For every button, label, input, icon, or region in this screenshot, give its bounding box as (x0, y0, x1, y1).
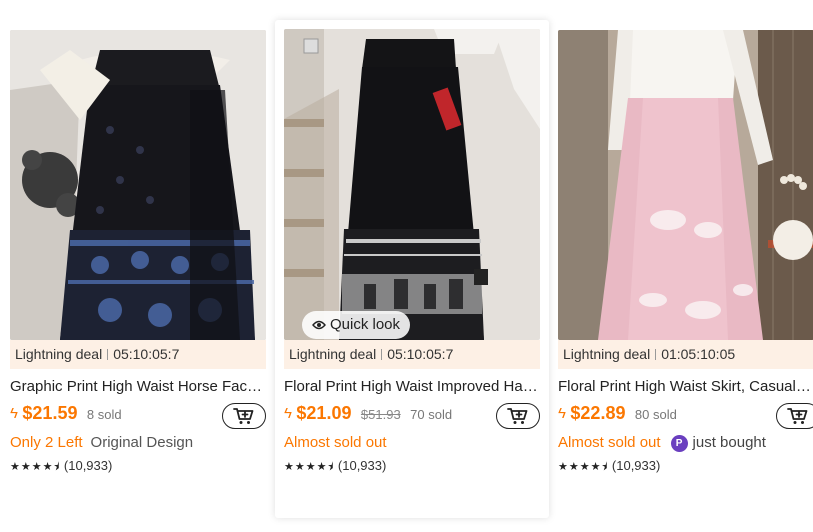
product-image[interactable] (10, 30, 266, 340)
sold-count: 8 sold (86, 407, 122, 422)
lightning-icon: ϟ (284, 405, 292, 422)
lightning-deal-banner: Lightning deal 01:05:10:05 (558, 340, 813, 369)
buyer-avatar-badge: P (670, 435, 688, 452)
quick-look-button[interactable]: Quick look (302, 311, 411, 339)
deal-label: Lightning deal (289, 346, 377, 362)
product-tags: Only 2 Left Original Design (10, 433, 193, 453)
product-image[interactable] (558, 30, 813, 340)
deal-label: Lightning deal (563, 346, 651, 362)
product-card[interactable]: Lightning deal 05:10:05:7 Graphic Print H… (0, 0, 274, 532)
original-price: $51.93 (360, 407, 401, 422)
stock-tag: Almost sold out (284, 434, 387, 451)
rating: ★★★★⯨ (10,933) (558, 458, 660, 477)
add-to-cart-button[interactable] (222, 403, 266, 429)
product-title[interactable]: Floral Print High Waist Improved Hanfu S… (284, 377, 540, 397)
lightning-icon: ϟ (558, 405, 566, 422)
price-row: ϟ $21.59 8 sold (10, 403, 266, 429)
product-title[interactable]: Graphic Print High Waist Horse Face Skir… (10, 377, 266, 397)
rating: ★★★★⯨ (10,933) (284, 458, 386, 477)
product-price: $21.59 (22, 403, 78, 423)
deal-countdown: 05:10:05:7 (113, 346, 180, 362)
star-rating: ★★★★⯨ (558, 461, 609, 473)
review-count: (10,933) (337, 458, 387, 473)
cart-plus-icon (233, 408, 254, 424)
add-to-cart-button[interactable] (496, 403, 540, 429)
lightning-icon: ϟ (10, 405, 18, 422)
product-card[interactable]: Quick look Lightning deal 05:10:05:7 Flor… (275, 20, 549, 518)
eye-icon (312, 320, 326, 330)
cart-plus-icon (507, 408, 528, 424)
sold-count: 70 sold (410, 407, 453, 422)
price-row: ϟ $21.09 $51.93 70 sold (284, 403, 540, 429)
divider (107, 349, 109, 360)
lightning-deal-banner: Lightning deal 05:10:05:7 (10, 340, 266, 369)
deal-label: Lightning deal (15, 346, 103, 362)
product-tags: Almost sold out Pjust bought (558, 433, 766, 453)
divider (381, 349, 383, 360)
star-rating: ★★★★⯨ (10, 461, 61, 473)
product-title[interactable]: Floral Print High Waist Skirt, Casual Sk… (558, 377, 812, 397)
product-grid: Lightning deal 05:10:05:7 Graphic Print H… (0, 0, 813, 532)
deal-countdown: 05:10:05:7 (387, 346, 454, 362)
product-price: $21.09 (296, 403, 352, 423)
add-to-cart-button[interactable] (776, 403, 813, 429)
product-image[interactable]: Quick look (284, 29, 540, 340)
product-card[interactable]: Lightning deal 01:05:10:05 Floral Print H… (549, 0, 813, 532)
lightning-deal-banner: Lightning deal 05:10:05:7 (284, 340, 540, 369)
stock-tag: Almost sold out (558, 434, 661, 451)
review-count: (10,933) (63, 458, 113, 473)
stock-tag: Only 2 Left (10, 434, 83, 451)
feature-tag: Original Design (90, 434, 194, 451)
price-row: ϟ $22.89 80 sold (558, 403, 813, 429)
rating: ★★★★⯨ (10,933) (10, 458, 112, 477)
sold-count: 80 sold (634, 407, 677, 422)
just-bought-label: just bought (692, 434, 766, 451)
cart-plus-icon (787, 408, 808, 424)
divider (655, 349, 657, 360)
product-tags: Almost sold out (284, 433, 387, 453)
star-rating: ★★★★⯨ (284, 461, 335, 473)
deal-countdown: 01:05:10:05 (661, 346, 736, 362)
quick-look-label: Quick look (330, 316, 401, 333)
product-price: $22.89 (570, 403, 626, 423)
review-count: (10,933) (611, 458, 661, 473)
